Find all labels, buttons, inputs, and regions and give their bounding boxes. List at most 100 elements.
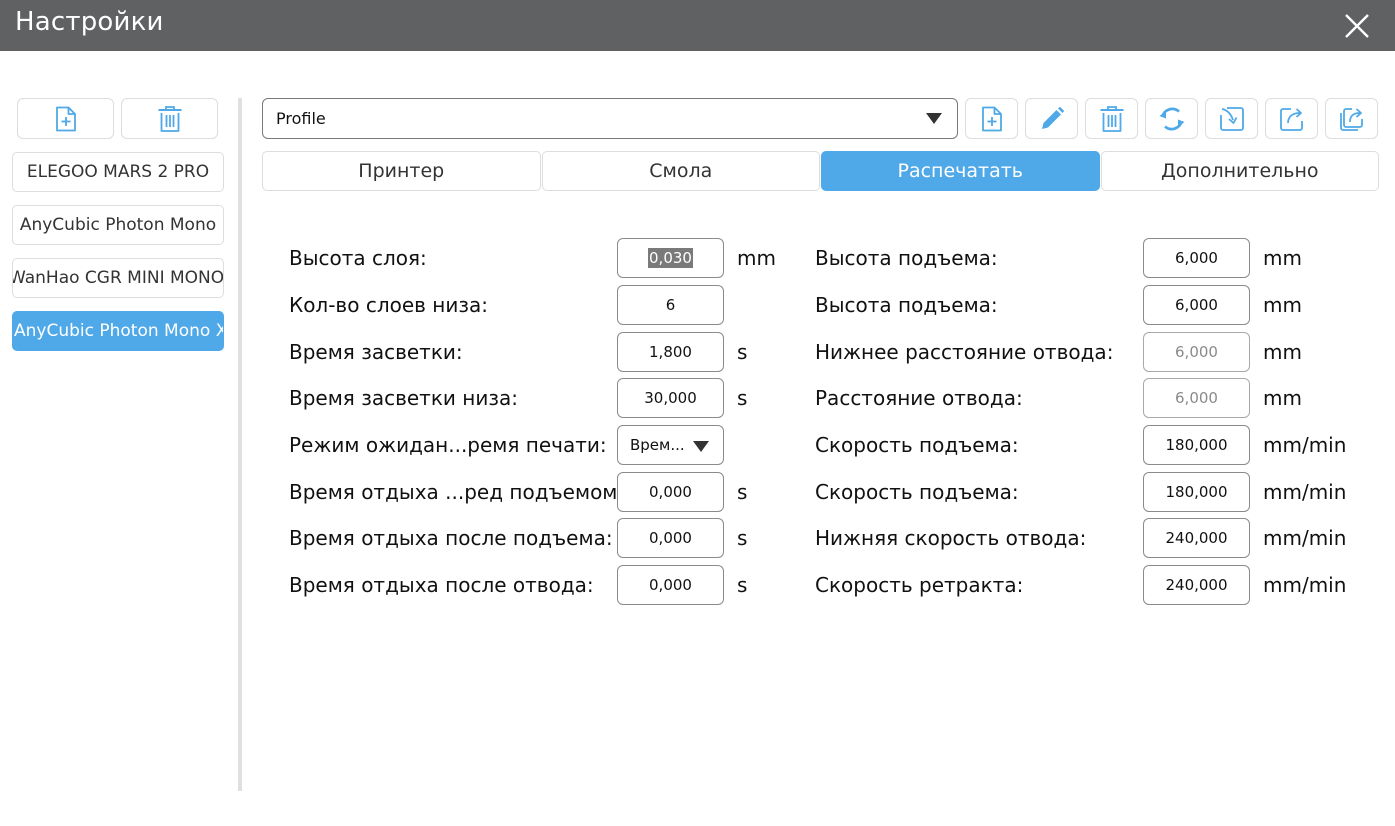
setting-label: Расстояние отвода:: [815, 386, 1023, 410]
input-value: 240,000: [1165, 529, 1228, 547]
setting-label: Нижнее расстояние отвода:: [815, 340, 1114, 364]
setting-unit: s: [737, 340, 748, 364]
setting-label: Высота подъема:: [815, 246, 998, 270]
input-value: 0,000: [649, 576, 692, 594]
add-printer-button[interactable]: [17, 98, 114, 139]
rest-after-retract-input[interactable]: 0,000: [617, 565, 724, 605]
input-value: 30,000: [644, 389, 697, 407]
printer-item-wanhao-cgr-mini-mono[interactable]: WanHao CGR MINI MONO: [12, 258, 224, 298]
refresh-icon: [1159, 107, 1184, 130]
lift-speed-input[interactable]: 180,000: [1143, 472, 1250, 512]
setting-label: Время засветки низа:: [289, 386, 518, 410]
trash-icon: [1100, 105, 1123, 132]
bottom-layers-count-input[interactable]: 6: [617, 285, 724, 325]
new-profile-button[interactable]: [965, 98, 1018, 139]
export-multiple-icon: [1339, 107, 1363, 131]
title-bar: Настройки: [0, 0, 1395, 51]
setting-unit: mm: [1263, 246, 1302, 270]
setting-label: Высота слоя:: [289, 246, 427, 270]
bottom-exposure-time-input[interactable]: 30,000: [617, 378, 724, 418]
setting-unit: mm: [737, 246, 776, 270]
printer-label: ELEGOO MARS 2 PRO: [26, 162, 210, 182]
input-value: 240,000: [1165, 576, 1228, 594]
input-value: 6,000: [1175, 343, 1218, 361]
export-icon: [1279, 107, 1303, 131]
import-profile-button[interactable]: [1205, 98, 1258, 139]
setting-label: Нижняя скорость отвода:: [815, 526, 1087, 550]
dropdown-arrow-icon: [926, 113, 942, 124]
input-value: 0,000: [649, 529, 692, 547]
rest-before-lift-input[interactable]: 0,000: [617, 472, 724, 512]
close-button[interactable]: [1343, 12, 1371, 40]
printer-item-anycubic-photon-mono-x[interactable]: AnyCubic Photon Mono X: [12, 311, 224, 351]
printer-label: WanHao CGR MINI MONO: [12, 268, 224, 288]
bottom-retract-speed-input[interactable]: 240,000: [1143, 518, 1250, 558]
export-all-profiles-button[interactable]: [1325, 98, 1378, 139]
bottom-lift-height-input[interactable]: 6,000: [1143, 238, 1250, 278]
printer-label: AnyCubic Photon Mono: [19, 215, 217, 235]
delete-profile-button[interactable]: [1085, 98, 1138, 139]
setting-label: Время засветки:: [289, 340, 463, 364]
setting-label: Высота подъема:: [815, 293, 998, 317]
printer-item-elegoo-mars-2-pro[interactable]: ELEGOO MARS 2 PRO: [12, 152, 224, 192]
bottom-lift-speed-input[interactable]: 180,000: [1143, 425, 1250, 465]
retract-speed-input[interactable]: 240,000: [1143, 565, 1250, 605]
window-title: Настройки: [15, 7, 164, 37]
rest-after-lift-input[interactable]: 0,000: [617, 518, 724, 558]
reset-profile-button[interactable]: [1145, 98, 1198, 139]
setting-unit: mm: [1263, 386, 1302, 410]
setting-unit: mm: [1263, 340, 1302, 364]
tab-print[interactable]: Распечатать: [821, 151, 1100, 191]
file-plus-icon: [981, 106, 1002, 131]
export-profile-button[interactable]: [1265, 98, 1318, 139]
setting-label: Время отдыха после подъема:: [289, 526, 613, 550]
bottom-retract-distance-input[interactable]: 6,000: [1143, 332, 1250, 372]
setting-unit: mm/min: [1263, 480, 1347, 504]
setting-unit: s: [737, 526, 748, 550]
setting-label: Кол-во слоев низа:: [289, 293, 488, 317]
input-value: 6: [665, 296, 676, 314]
input-value: 0,000: [649, 483, 692, 501]
setting-unit: mm/min: [1263, 573, 1347, 597]
exposure-time-input[interactable]: 1,800: [617, 332, 724, 372]
file-plus-icon: [55, 106, 76, 131]
setting-label: Время отдыха ...ред подъемом:: [289, 480, 625, 504]
panel-divider[interactable]: [238, 98, 242, 791]
setting-unit: s: [737, 386, 748, 410]
tab-printer[interactable]: Принтер: [262, 151, 541, 191]
input-value: 0,030: [648, 248, 693, 268]
settings-tabs: Принтер Смола Распечатать Дополнительно: [262, 151, 1379, 191]
dropdown-arrow-icon: [693, 441, 709, 452]
setting-unit: s: [737, 573, 748, 597]
setting-unit: mm/min: [1263, 526, 1347, 550]
pencil-icon: [1041, 106, 1064, 129]
input-value: 6,000: [1175, 296, 1218, 314]
setting-unit: s: [737, 480, 748, 504]
setting-label: Скорость подъема:: [815, 480, 1019, 504]
tab-resin[interactable]: Смола: [541, 151, 820, 191]
trash-icon: [158, 105, 181, 132]
profile-selected-value: Profile: [276, 109, 326, 128]
setting-label: Время отдыха после отвода:: [289, 573, 594, 597]
delete-printer-button[interactable]: [121, 98, 218, 139]
setting-unit: mm: [1263, 293, 1302, 317]
input-value: 1,800: [649, 343, 692, 361]
layer-height-input[interactable]: 0,030: [617, 238, 724, 278]
input-value: 180,000: [1165, 483, 1228, 501]
setting-label: Режим ожидан...ремя печати:: [289, 433, 607, 457]
wait-mode-dropdown[interactable]: Врем...: [617, 425, 724, 465]
import-icon: [1219, 106, 1244, 131]
retract-distance-input[interactable]: 6,000: [1143, 378, 1250, 418]
input-value: 180,000: [1165, 436, 1228, 454]
profile-dropdown[interactable]: Profile: [262, 98, 958, 139]
dropdown-value: Врем...: [630, 436, 685, 454]
close-icon: [1345, 14, 1369, 38]
setting-label: Скорость подъема:: [815, 433, 1019, 457]
printer-label: AnyCubic Photon Mono X: [14, 321, 224, 341]
tab-advanced[interactable]: Дополнительно: [1100, 151, 1379, 191]
setting-label: Скорость ретракта:: [815, 573, 1024, 597]
printer-item-anycubic-photon-mono[interactable]: AnyCubic Photon Mono: [12, 205, 224, 245]
edit-profile-button[interactable]: [1025, 98, 1078, 139]
lift-height-input[interactable]: 6,000: [1143, 285, 1250, 325]
input-value: 6,000: [1175, 389, 1218, 407]
